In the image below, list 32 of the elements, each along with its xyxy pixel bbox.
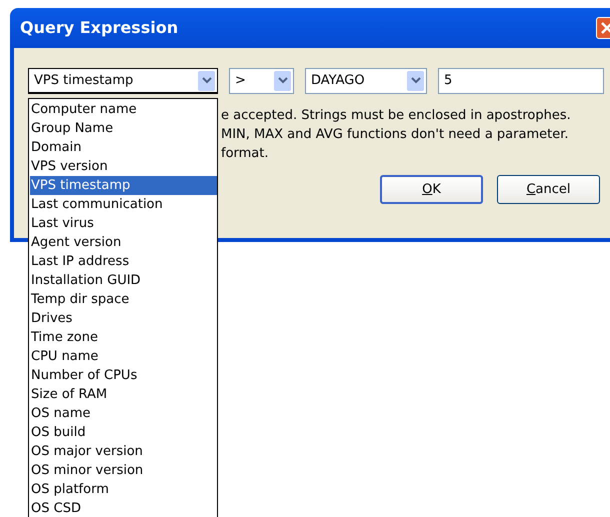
dropdown-option[interactable]: OS CSD <box>30 499 217 517</box>
dropdown-field[interactable]: DAYAGO <box>305 68 427 94</box>
dropdown-option[interactable]: Agent version <box>30 233 217 252</box>
dropdown-option[interactable]: Installation GUID <box>30 271 217 290</box>
dropdown-option[interactable]: OS platform <box>30 480 217 499</box>
help-text: e accepted. Strings must be enclosed in apostrophes. <box>221 107 572 125</box>
dropdown-field[interactable]: > <box>229 68 294 94</box>
ok-button[interactable]: OK <box>380 175 483 204</box>
dropdown-option[interactable]: Group Name <box>30 119 217 138</box>
dropdown-option[interactable]: Drives <box>30 309 217 328</box>
dropdown-option[interactable]: OS build <box>30 423 217 442</box>
dropdown-field[interactable]: VPS timestamp <box>28 68 218 94</box>
dropdown-option[interactable]: OS name <box>30 404 217 423</box>
dropdown-option[interactable]: OS major version <box>30 442 217 461</box>
dropdown-option[interactable]: CPU name <box>30 347 217 366</box>
dropdown-option[interactable]: VPS version <box>30 157 217 176</box>
dropdown-option[interactable]: Domain <box>30 138 217 157</box>
dropdown-option[interactable]: OS minor version <box>30 461 217 480</box>
dropdown-option[interactable]: Last IP address <box>30 252 217 271</box>
dropdown-option[interactable]: Size of RAM <box>30 385 217 404</box>
input-field[interactable]: 5 <box>438 68 604 94</box>
cancel-button[interactable]: Cancel <box>497 175 600 204</box>
dropdown-option[interactable]: Computer name <box>30 100 217 119</box>
dropdown-option[interactable]: Number of CPUs <box>30 366 217 385</box>
dropdown-option[interactable]: VPS timestamp <box>30 176 217 195</box>
window-title: Query Expression <box>20 17 178 39</box>
dropdown-option[interactable]: Time zone <box>30 328 217 347</box>
dropdown-option[interactable]: Last communication <box>30 195 217 214</box>
help-text: format. <box>221 145 270 163</box>
dropdown-option[interactable]: Temp dir space <box>30 290 217 309</box>
dropdown-option[interactable]: Last virus <box>30 214 217 233</box>
help-text: MIN, MAX and AVG functions don't need a parameter. <box>221 126 570 144</box>
